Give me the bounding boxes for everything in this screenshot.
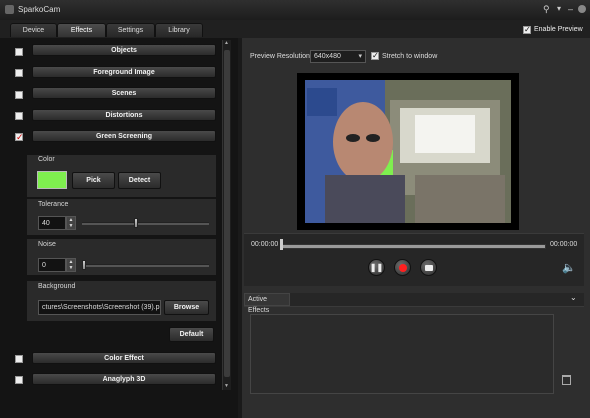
minimize-icon[interactable]: – xyxy=(568,4,576,14)
distortions-button[interactable]: Distortions xyxy=(32,109,216,121)
objects-checkbox[interactable] xyxy=(15,48,23,56)
color-effect-button[interactable]: Color Effect xyxy=(32,352,216,364)
app-title: SparkoCam xyxy=(18,5,61,14)
anaglyph-3d-button[interactable]: Anaglyph 3D xyxy=(32,373,216,385)
noise-slider-track[interactable] xyxy=(82,264,209,267)
pick-button[interactable]: Pick xyxy=(72,172,115,189)
title-bar: SparkoCam ⚲ ▾ – xyxy=(0,0,590,20)
scrollbar-thumb[interactable] xyxy=(224,50,230,377)
green-screening-checkbox[interactable]: ✓ xyxy=(15,133,24,142)
distortions-checkbox[interactable] xyxy=(15,112,23,120)
record-icon xyxy=(398,263,407,272)
stretch-label: Stretch to window xyxy=(382,53,438,60)
browse-button[interactable]: Browse xyxy=(164,300,209,315)
tab-library[interactable]: Library xyxy=(155,23,203,37)
preview-resolution-label: Preview Resolution: xyxy=(250,53,312,60)
active-effects-tab[interactable]: Active Effects xyxy=(244,293,290,314)
preview-panel: Preview Resolution: 640x480 ▾ ✓ Stretch … xyxy=(242,38,590,418)
effects-scrollbar[interactable]: ▲ ▼ xyxy=(222,40,231,390)
tab-device[interactable]: Device xyxy=(10,23,57,37)
player-controls: 00:00:00 00:00:00 ❚❚ 🔈 xyxy=(244,233,584,286)
effects-panel: Objects Foreground Image Scenes Distorti… xyxy=(0,38,238,418)
dropdown-icon[interactable]: ▾ xyxy=(557,4,565,14)
noise-input[interactable]: 0 xyxy=(38,258,66,272)
tab-bar: Device Effects Settings Library ✓ Enable… xyxy=(0,20,590,38)
enable-preview-label: Enable Preview xyxy=(534,26,583,33)
app-icon xyxy=(5,5,14,14)
objects-button[interactable]: Objects xyxy=(32,44,216,56)
color-label: Color xyxy=(38,156,55,163)
pin-icon[interactable]: ⚲ xyxy=(543,4,553,14)
active-effects-header: Active Effects ⌄ xyxy=(244,293,584,314)
pause-button[interactable]: ❚❚ xyxy=(368,259,385,276)
anaglyph-3d-checkbox[interactable] xyxy=(15,376,23,384)
chevron-down-icon: ▾ xyxy=(358,53,362,60)
volume-icon[interactable]: 🔈 xyxy=(562,261,576,274)
seek-thumb[interactable] xyxy=(280,239,283,250)
scenes-checkbox[interactable] xyxy=(15,91,23,99)
scroll-down-icon[interactable]: ▼ xyxy=(224,383,230,389)
resolution-value: 640x480 xyxy=(314,53,341,60)
default-button[interactable]: Default xyxy=(169,327,214,342)
record-button[interactable] xyxy=(394,259,411,276)
tab-effects[interactable]: Effects xyxy=(57,23,106,37)
detect-button[interactable]: Detect xyxy=(118,172,161,189)
time-start: 00:00:00 xyxy=(251,241,279,248)
snapshot-button[interactable] xyxy=(420,259,437,276)
tolerance-slider-track[interactable] xyxy=(82,222,209,225)
background-path-input[interactable]: ctures\Screenshots\Screenshot (39).png xyxy=(38,300,161,315)
background-label: Background xyxy=(38,283,76,290)
pause-icon: ❚❚ xyxy=(369,263,384,272)
noise-label: Noise xyxy=(38,241,56,248)
trash-icon[interactable] xyxy=(562,375,571,385)
enable-preview-checkbox[interactable]: ✓ xyxy=(523,26,531,34)
webcam-image xyxy=(305,80,511,223)
active-effects-list xyxy=(250,314,554,394)
noise-stepper[interactable]: ▲ ▼ xyxy=(66,258,76,272)
seek-bar[interactable] xyxy=(282,244,546,249)
close-icon[interactable] xyxy=(578,5,586,13)
tolerance-label: Tolerance xyxy=(38,201,69,208)
snapshot-icon xyxy=(424,264,433,271)
collapse-icon[interactable]: ⌄ xyxy=(570,293,577,302)
color-effect-checkbox[interactable] xyxy=(15,355,23,363)
resolution-select[interactable]: 640x480 ▾ xyxy=(310,50,366,63)
foreground-image-checkbox[interactable] xyxy=(15,69,23,77)
green-screening-button[interactable]: Green Screening xyxy=(32,130,216,142)
tolerance-slider-thumb[interactable] xyxy=(134,218,138,228)
scroll-up-icon[interactable]: ▲ xyxy=(224,40,230,46)
tolerance-stepper[interactable]: ▲ ▼ xyxy=(66,216,76,230)
scenes-button[interactable]: Scenes xyxy=(32,87,216,99)
noise-slider-thumb[interactable] xyxy=(82,260,86,270)
tolerance-input[interactable]: 40 xyxy=(38,216,66,230)
tab-settings[interactable]: Settings xyxy=(106,23,155,37)
color-swatch[interactable] xyxy=(37,171,67,189)
time-end: 00:00:00 xyxy=(550,241,578,248)
video-preview xyxy=(297,73,519,230)
foreground-image-button[interactable]: Foreground Image xyxy=(32,66,216,78)
stretch-checkbox[interactable]: ✓ xyxy=(371,52,379,60)
